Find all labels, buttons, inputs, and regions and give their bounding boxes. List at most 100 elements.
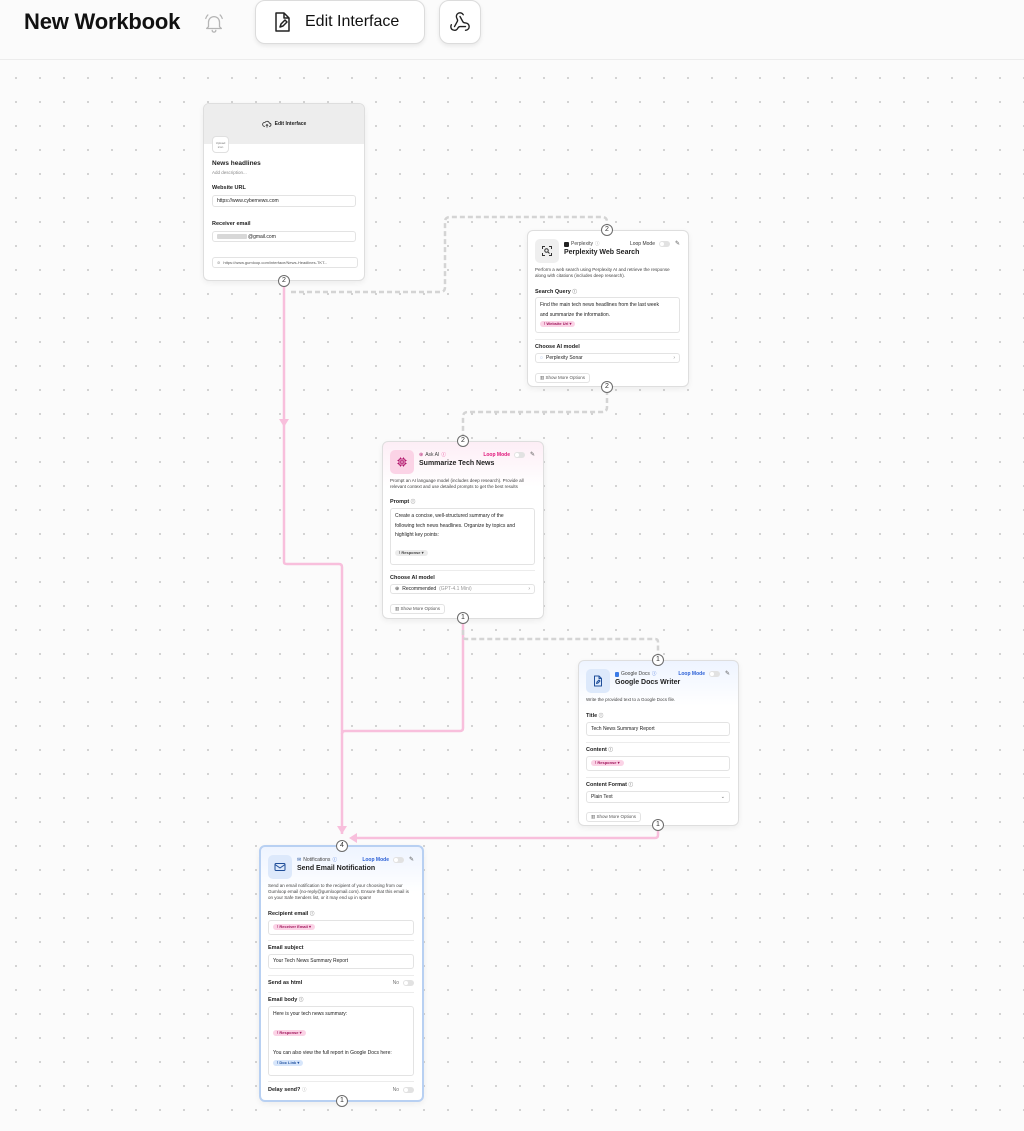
response-chip[interactable]: ⁝ Response ▾ <box>395 549 428 556</box>
help-icon[interactable]: ⓘ <box>310 911 315 916</box>
ai-model-select[interactable]: ◌ Perplexity Sonar › <box>535 353 680 363</box>
interface-link-row[interactable]: ⊘ https://www.gumloop.com/interface/News… <box>212 257 358 268</box>
title-label: Title ⓘ <box>586 713 603 719</box>
loop-mode-toggle[interactable] <box>659 241 670 247</box>
content-field[interactable]: ⁝ Response ▾ <box>586 756 730 771</box>
pencil-icon[interactable]: ✎ <box>675 240 680 247</box>
response-chip-label: Response <box>279 1029 299 1035</box>
email-subject-field[interactable]: Your Tech News Summary Report <box>268 954 414 969</box>
divider <box>586 742 730 743</box>
ask-ai-loop-mode[interactable]: Loop Mode <box>483 452 525 458</box>
workbook-title[interactable]: New Workbook <box>24 7 180 37</box>
help-icon[interactable]: ⓘ <box>299 997 304 1002</box>
help-icon[interactable]: ⓘ <box>411 499 416 504</box>
send-as-html-toggle[interactable] <box>403 980 414 986</box>
help-icon[interactable]: ⓘ <box>595 241 600 247</box>
google-docs-card[interactable]: Google Docs ⓘ Google Docs Writer Loop Mo… <box>578 660 739 826</box>
port-badge-perplexity-out[interactable]: 2 <box>601 381 613 393</box>
ask-ai-logo-icon: ⊛ <box>419 452 424 458</box>
loop-mode-label: Loop Mode <box>678 671 705 677</box>
search-scan-icon <box>535 239 559 263</box>
response-chip-label: Response <box>597 760 617 765</box>
show-more-options-button[interactable]: ▥ Show More Options <box>535 373 591 383</box>
send-as-html-control[interactable]: No <box>393 980 414 986</box>
content-format-label: Content Format ⓘ <box>586 782 633 788</box>
perplexity-loop-mode[interactable]: Loop Mode <box>630 241 670 247</box>
search-query-label-text: Search Query <box>535 289 571 295</box>
content-format-select[interactable]: Plain Text ⌄ <box>586 791 730 803</box>
webhook-button[interactable] <box>439 0 481 44</box>
interface-name[interactable]: News headlines <box>212 160 261 167</box>
email-card[interactable]: ✉ Notifications ⓘ Send Email Notificatio… <box>259 845 424 1102</box>
doc-title-field[interactable]: Tech News Summary Report <box>586 722 730 736</box>
email-description: Send an email notification to the recipi… <box>268 883 409 900</box>
port-badge-perplexity-in[interactable]: 2 <box>601 224 613 236</box>
port-badge-email-out[interactable]: 1 <box>336 1095 348 1107</box>
email-title[interactable]: Send Email Notification <box>297 865 375 872</box>
edit-interface-button[interactable]: Edit Interface <box>255 0 425 44</box>
port-badge-interface-out[interactable]: 2 <box>278 275 290 287</box>
help-icon[interactable]: ⓘ <box>599 713 604 718</box>
cloud-upload-icon <box>261 120 271 128</box>
search-query-field[interactable]: Find the main tech news headlines from t… <box>535 297 680 333</box>
delay-send-toggle[interactable] <box>403 1087 414 1093</box>
response-chip[interactable]: ⁝ Response ▾ <box>591 760 624 766</box>
search-query-line-1: Find the main tech news headlines from t… <box>540 302 659 308</box>
port-badge-gdocs-out[interactable]: 1 <box>652 819 664 831</box>
google-docs-loop-mode[interactable]: Loop Mode <box>678 671 720 677</box>
doc-link-chip[interactable]: ⁝ Doc Link ▾ <box>273 1059 304 1066</box>
help-icon[interactable]: ⓘ <box>608 747 613 752</box>
perplexity-card[interactable]: Perplexity ⓘ Perplexity Web Search Loop … <box>527 230 689 387</box>
pencil-icon[interactable]: ✎ <box>725 670 730 677</box>
delay-send-control[interactable]: No <box>393 1087 414 1093</box>
interface-description[interactable]: Add description... <box>212 170 247 175</box>
content-format-value: Plain Text <box>591 794 613 800</box>
interface-card[interactable]: Edit Interface Upload icon News headline… <box>203 103 365 281</box>
show-more-options-button[interactable]: ▥ Show More Options <box>390 604 446 614</box>
help-icon[interactable]: ⓘ <box>628 782 633 787</box>
ask-ai-header: ⊛ Ask AI ⓘ Summarize Tech News Loop Mode… <box>390 450 535 474</box>
website-url-field[interactable]: https://www.cybernews.com <box>212 195 356 207</box>
pencil-icon[interactable]: ✎ <box>530 451 535 458</box>
chevron-right-icon: › <box>528 585 530 592</box>
port-badge-ask-in[interactable]: 2 <box>457 435 469 447</box>
ask-ai-service-label: Ask AI <box>425 452 440 458</box>
loop-mode-toggle[interactable] <box>514 452 525 458</box>
loop-mode-toggle[interactable] <box>709 671 720 677</box>
recipient-email-label-text: Recipient email <box>268 911 309 917</box>
receiver-email-field[interactable]: @gmail.com <box>212 231 356 242</box>
help-icon[interactable]: ⓘ <box>572 289 577 294</box>
email-loop-mode[interactable]: Loop Mode <box>362 857 404 863</box>
google-docs-title[interactable]: Google Docs Writer <box>615 679 680 686</box>
loop-mode-toggle[interactable] <box>393 857 404 863</box>
delay-send-row: Delay send? ⓘ No <box>268 1087 414 1093</box>
upload-icon-button[interactable]: Upload icon <box>212 136 229 153</box>
help-icon[interactable]: ⓘ <box>652 671 657 677</box>
bell-icon[interactable] <box>203 12 225 34</box>
mail-icon <box>268 855 292 879</box>
ask-ai-title[interactable]: Summarize Tech News <box>419 460 494 467</box>
port-badge-ask-out[interactable]: 1 <box>457 612 469 624</box>
search-query-label: Search Query ⓘ <box>535 289 577 295</box>
divider <box>268 940 414 941</box>
pencil-icon[interactable]: ✎ <box>409 856 414 863</box>
email-body-field[interactable]: Here is your tech news summary: ⁝ Respon… <box>268 1006 414 1076</box>
port-badge-gdocs-in[interactable]: 1 <box>652 654 664 666</box>
divider <box>268 992 414 993</box>
prompt-line-2: following tech news headlines. Organize … <box>395 522 516 529</box>
perplexity-title[interactable]: Perplexity Web Search <box>564 249 639 256</box>
ai-model-select[interactable]: ⊕ Recommended (GPT-4.1 Mini) › <box>390 584 535 594</box>
help-icon[interactable]: ⓘ <box>302 1087 307 1092</box>
recipient-email-field[interactable]: ⁝ Receiver Email ▾ <box>268 920 414 935</box>
search-query-line-2: and summarize the information. <box>540 311 611 318</box>
ask-ai-card[interactable]: ⊛ Ask AI ⓘ Summarize Tech News Loop Mode… <box>382 441 544 619</box>
show-more-options-button[interactable]: ▥ Show More Options <box>586 812 642 822</box>
prompt-field[interactable]: Create a concise, well-structured summar… <box>390 508 535 565</box>
help-icon[interactable]: ⓘ <box>332 857 337 863</box>
doc-link-chip-label: Doc Link <box>279 1059 297 1065</box>
help-icon[interactable]: ⓘ <box>441 452 446 458</box>
website-url-chip[interactable]: ⁝ Website Url ▾ <box>540 321 576 327</box>
port-badge-email-in[interactable]: 4 <box>336 840 348 852</box>
receiver-email-chip[interactable]: ⁝ Receiver Email ▾ <box>273 924 315 930</box>
response-chip[interactable]: ⁝ Response ▾ <box>273 1029 306 1036</box>
